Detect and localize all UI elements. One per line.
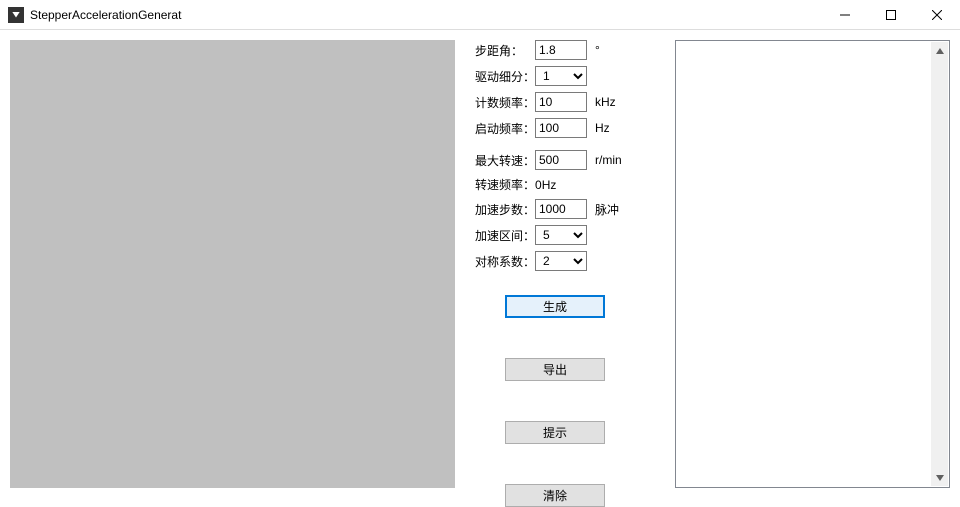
start-freq-input[interactable] <box>535 118 587 138</box>
symmetry-select[interactable]: 2 <box>535 251 587 271</box>
output-scrollbar[interactable] <box>931 42 948 486</box>
close-button[interactable] <box>914 0 960 30</box>
client-area: 步距角： ° 驱动细分： 1 计数频率： kHz 启动频率： Hz 最大转速： … <box>0 30 960 500</box>
generate-button[interactable]: 生成 <box>505 295 605 318</box>
preview-panel <box>10 40 455 488</box>
parameters-form: 步距角： ° 驱动细分： 1 计数频率： kHz 启动频率： Hz 最大转速： … <box>475 40 655 500</box>
export-button[interactable]: 导出 <box>505 358 605 381</box>
count-freq-input[interactable] <box>535 92 587 112</box>
step-angle-input[interactable] <box>535 40 587 60</box>
step-angle-unit: ° <box>595 43 600 57</box>
minimize-button[interactable] <box>822 0 868 30</box>
max-rpm-label: 最大转速： <box>475 152 535 169</box>
app-icon <box>8 7 24 23</box>
clear-button[interactable]: 清除 <box>505 484 605 507</box>
rpm-freq-label: 转速频率： <box>475 176 535 193</box>
accel-zone-label: 加速区间： <box>475 227 535 244</box>
accel-steps-unit: 脉冲 <box>595 201 619 218</box>
titlebar: StepperAccelerationGenerat <box>0 0 960 30</box>
maximize-button[interactable] <box>868 0 914 30</box>
rpm-freq-value: 0Hz <box>535 178 556 192</box>
symmetry-label: 对称系数： <box>475 253 535 270</box>
microstep-select[interactable]: 1 <box>535 66 587 86</box>
start-freq-unit: Hz <box>595 121 610 135</box>
step-angle-label: 步距角： <box>475 42 535 59</box>
window-title: StepperAccelerationGenerat <box>30 8 181 22</box>
output-textbox[interactable] <box>675 40 950 488</box>
start-freq-label: 启动频率： <box>475 120 535 137</box>
max-rpm-input[interactable] <box>535 150 587 170</box>
accel-steps-input[interactable] <box>535 199 587 219</box>
microstep-label: 驱动细分： <box>475 68 535 85</box>
accel-steps-label: 加速步数： <box>475 201 535 218</box>
scroll-up-icon[interactable] <box>931 42 948 59</box>
accel-zone-select[interactable]: 5 <box>535 225 587 245</box>
hint-button[interactable]: 提示 <box>505 421 605 444</box>
count-freq-label: 计数频率： <box>475 94 535 111</box>
count-freq-unit: kHz <box>595 95 616 109</box>
scroll-down-icon[interactable] <box>931 469 948 486</box>
max-rpm-unit: r/min <box>595 153 622 167</box>
